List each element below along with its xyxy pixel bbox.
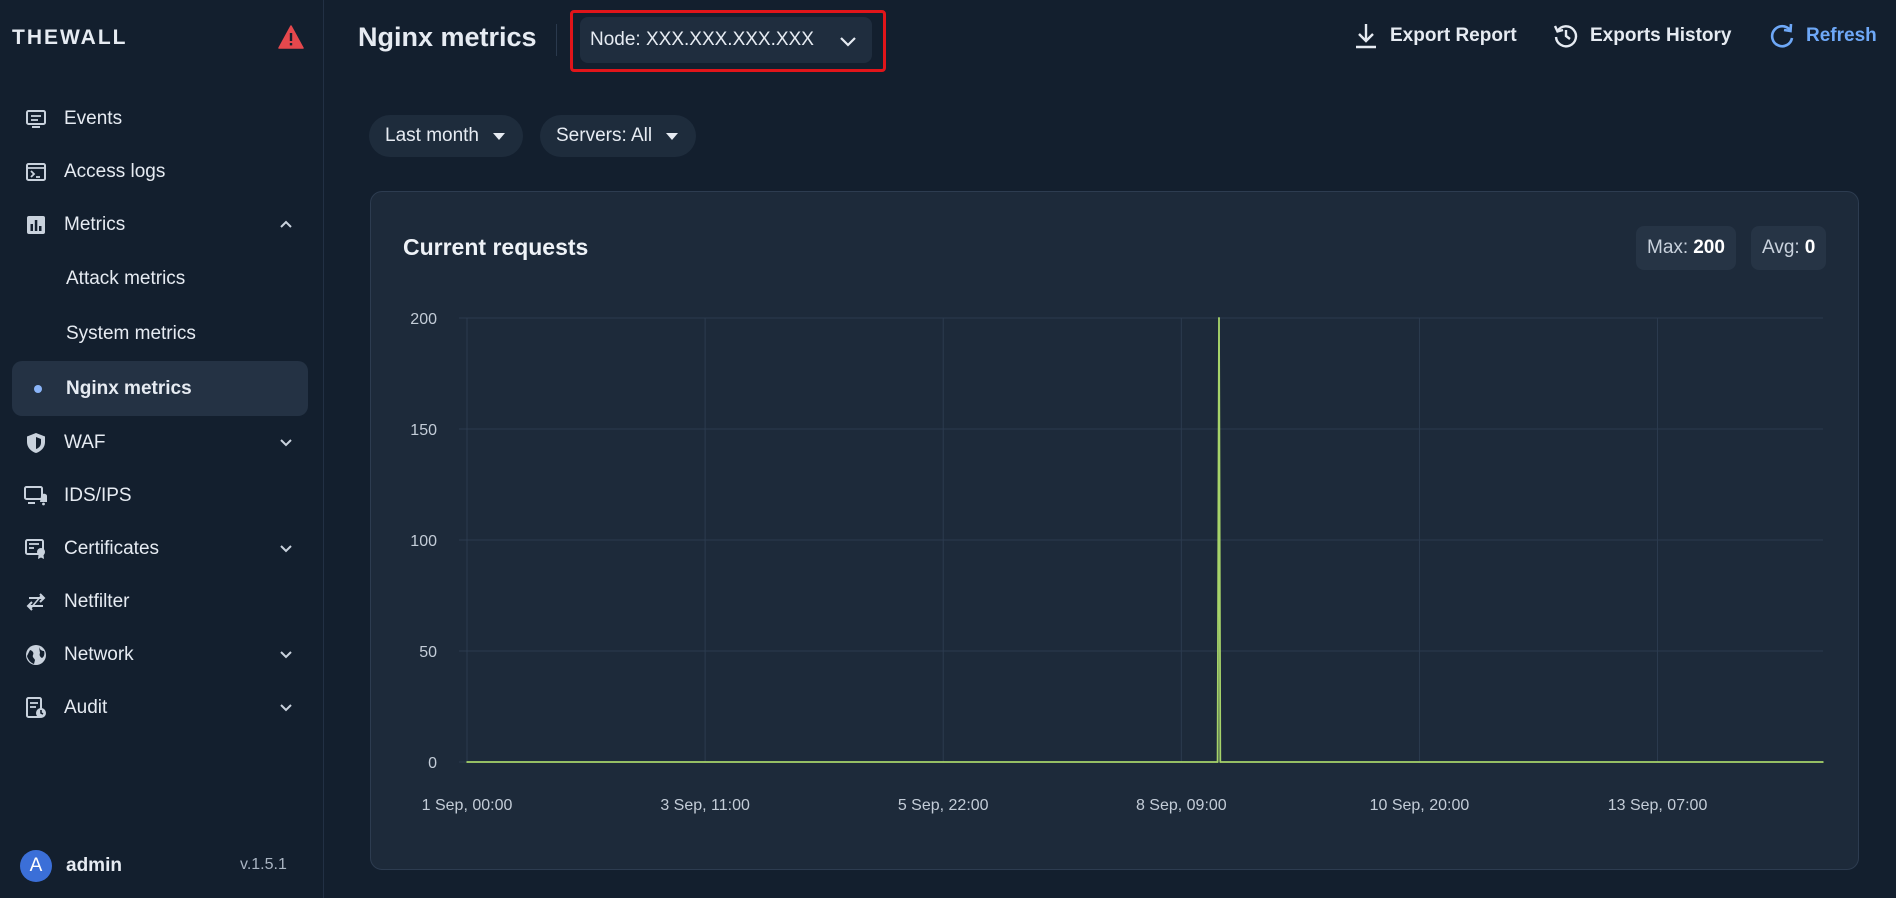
caret-down-icon xyxy=(666,132,679,140)
sidebar-subitem-label: System metrics xyxy=(66,322,196,344)
sidebar-item-netfilter[interactable]: Netfilter xyxy=(12,575,308,628)
servers-filter-dropdown[interactable]: Servers: All xyxy=(540,115,697,157)
sidebar-item-network[interactable]: Network xyxy=(12,628,308,681)
exports-history-button[interactable]: Exports History xyxy=(1552,22,1731,50)
data-point xyxy=(1218,317,1220,319)
data-point xyxy=(1216,761,1219,763)
certificate-icon xyxy=(24,537,48,561)
sidebar-item-audit[interactable]: Audit xyxy=(12,681,308,734)
username: admin xyxy=(66,855,122,876)
swap-arrows-icon xyxy=(24,590,48,614)
brand-logo: THEWALL xyxy=(12,26,128,49)
servers-filter-value: Servers: All xyxy=(556,125,653,146)
sidebar-item-metrics[interactable]: Metrics xyxy=(12,198,308,251)
sidebar: THEWALL Events Access logs Metrics Attac xyxy=(0,0,324,898)
sidebar-item-label: Certificates xyxy=(64,537,160,559)
data-point xyxy=(466,761,468,763)
data-point xyxy=(1822,761,1824,763)
x-tick-label: 1 Sep, 00:00 xyxy=(422,797,513,814)
download-icon xyxy=(1356,24,1376,49)
sidebar-item-label: IDS/IPS xyxy=(64,484,132,506)
sidebar-subitem-system-metrics[interactable]: System metrics xyxy=(12,306,308,361)
data-point xyxy=(1219,761,1222,763)
x-tick-label: 10 Sep, 20:00 xyxy=(1370,797,1470,814)
app-version: v.1.5.1 xyxy=(240,856,287,873)
sidebar-item-label: Access logs xyxy=(64,160,166,182)
refresh-button[interactable]: Refresh xyxy=(1768,22,1877,50)
globe-icon xyxy=(24,643,48,667)
sidebar-item-label: Metrics xyxy=(64,213,126,235)
avatar[interactable]: A xyxy=(20,850,52,882)
period-filter-dropdown[interactable]: Last month xyxy=(369,115,523,157)
page-title: Nginx metrics xyxy=(358,22,537,52)
x-tick-label: 8 Sep, 09:00 xyxy=(1136,797,1227,814)
y-tick-label: 0 xyxy=(428,755,437,772)
terminal-icon xyxy=(24,160,48,184)
sidebar-item-certificates[interactable]: Certificates xyxy=(12,522,308,575)
sidebar-item-waf[interactable]: WAF xyxy=(12,416,308,469)
sidebar-subitem-label: Attack metrics xyxy=(66,267,186,289)
exports-history-label: Exports History xyxy=(1590,25,1732,46)
sidebar-item-label: Audit xyxy=(64,696,108,718)
chevron-down-icon[interactable] xyxy=(278,699,294,715)
period-filter-value: Last month xyxy=(385,125,479,146)
warning-alert-icon[interactable] xyxy=(278,25,304,49)
sidebar-subitem-attack-metrics[interactable]: Attack metrics xyxy=(12,251,308,306)
chevron-down-icon[interactable] xyxy=(278,540,294,556)
sidebar-subitem-label: Nginx metrics xyxy=(66,377,192,399)
y-tick-label: 50 xyxy=(419,644,437,661)
sidebar-item-access-logs[interactable]: Access logs xyxy=(12,145,308,198)
sidebar-nav: Events Access logs Metrics Attack metric… xyxy=(12,92,308,734)
caret-down-icon xyxy=(493,132,505,140)
y-tick-label: 100 xyxy=(410,533,437,550)
y-tick-label: 150 xyxy=(410,422,437,439)
active-indicator-dot xyxy=(34,385,42,393)
chevron-up-icon[interactable] xyxy=(278,216,294,232)
sidebar-item-label: Events xyxy=(64,107,123,129)
export-report-label: Export Report xyxy=(1390,25,1517,46)
sidebar-item-events[interactable]: Events xyxy=(12,92,308,145)
node-select-value: Node: XXX.XXX.XXX.XXX xyxy=(590,29,814,50)
export-report-button[interactable]: Export Report xyxy=(1352,22,1517,50)
sidebar-item-ids-ips[interactable]: IDS/IPS xyxy=(12,469,308,522)
x-tick-label: 3 Sep, 11:00 xyxy=(660,797,750,814)
chevron-down-icon[interactable] xyxy=(278,434,294,450)
audit-doc-icon xyxy=(24,696,48,720)
sidebar-item-label: Netfilter xyxy=(64,590,130,612)
history-icon xyxy=(1553,25,1578,48)
y-tick-label: 200 xyxy=(410,311,437,328)
header-divider xyxy=(556,24,557,56)
x-tick-label: 13 Sep, 07:00 xyxy=(1608,797,1708,814)
x-tick-label: 5 Sep, 22:00 xyxy=(898,797,989,814)
current-requests-card: Current requests Max: 200 Avg: 0 0 50 100 150… xyxy=(370,191,1859,870)
bar-chart-icon xyxy=(24,213,48,237)
monitor-icon xyxy=(24,107,48,131)
node-select-dropdown[interactable]: Node: XXX.XXX.XXX.XXX xyxy=(580,17,872,63)
sidebar-subitem-nginx-metrics[interactable]: Nginx metrics xyxy=(12,361,308,416)
monitor-bell-icon xyxy=(24,484,48,508)
user-profile[interactable]: A admin xyxy=(20,850,122,882)
refresh-icon xyxy=(1770,23,1794,48)
chevron-down-icon[interactable] xyxy=(278,646,294,662)
sidebar-item-label: WAF xyxy=(64,431,106,453)
refresh-label: Refresh xyxy=(1806,25,1877,46)
shield-icon xyxy=(24,431,48,455)
chevron-down-icon xyxy=(840,37,856,47)
sidebar-item-label: Network xyxy=(64,643,134,665)
current-requests-chart[interactable]: 0 50 100 150 200 1 Sep, 00:00 3 Sep, 11:00 5 Se… xyxy=(371,192,1860,871)
